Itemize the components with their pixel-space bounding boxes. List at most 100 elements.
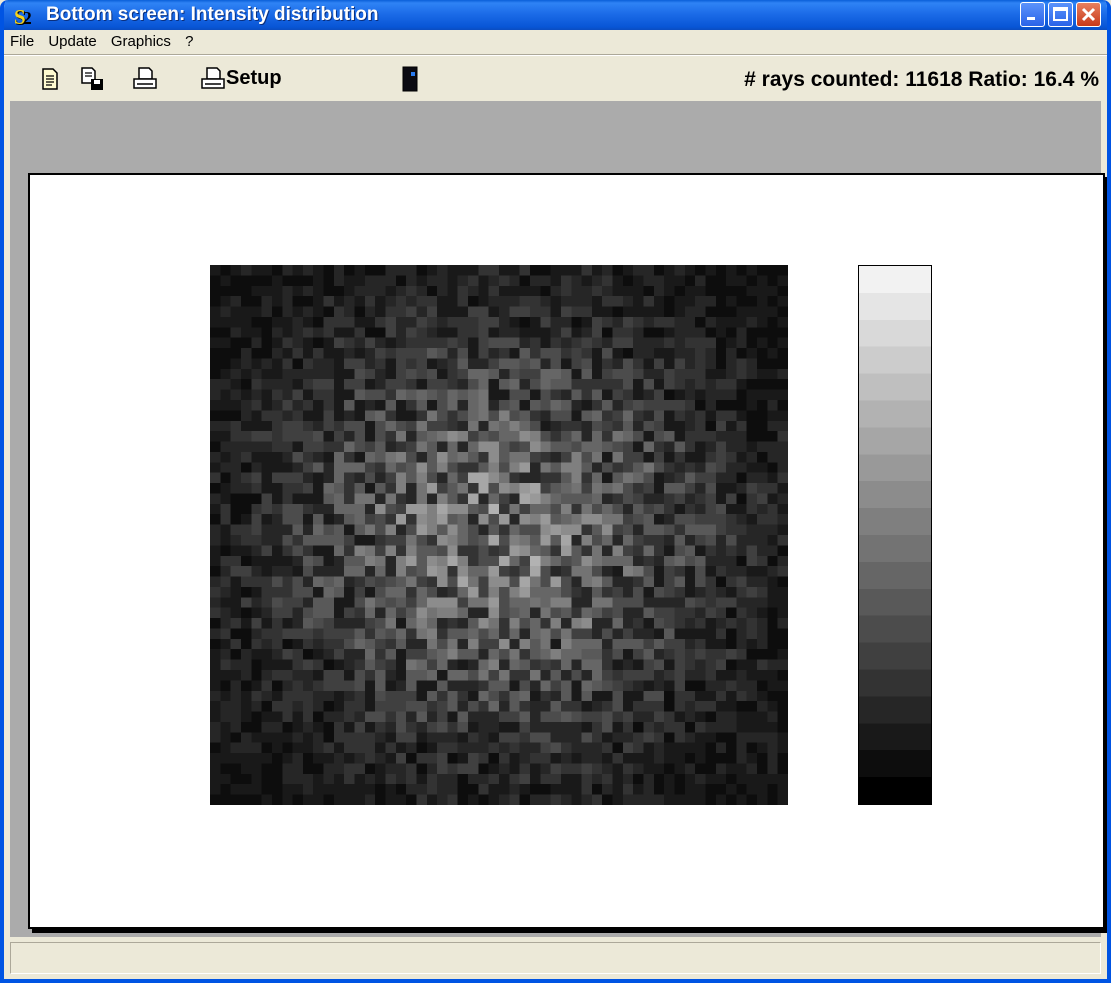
heatmap-cell: [437, 586, 448, 598]
heatmap-cell: [385, 721, 396, 733]
heatmap-cell: [509, 441, 520, 453]
menu-help[interactable]: ?: [181, 30, 197, 54]
heatmap-cell: [757, 265, 768, 276]
heatmap-cell: [643, 472, 655, 484]
menu-graphics[interactable]: Graphics: [107, 30, 175, 54]
heatmap-cell: [282, 659, 293, 671]
heatmap-cell: [767, 275, 778, 286]
heatmap-cell: [437, 524, 448, 536]
close-icon: [1081, 7, 1096, 22]
heatmap-cell: [777, 472, 788, 484]
heatmap-cell: [323, 763, 335, 775]
heatmap-cell: [447, 742, 458, 754]
menu-file[interactable]: File: [6, 30, 38, 54]
heatmap-cell: [550, 607, 562, 619]
heatmap-cell: [509, 566, 520, 577]
heatmap-cell: [653, 389, 665, 401]
heatmap-cell: [550, 389, 562, 401]
heatmap-cell: [230, 628, 242, 640]
close-button[interactable]: [1076, 2, 1101, 27]
heatmap-cell: [715, 503, 727, 515]
heatmap-cell: [240, 711, 252, 723]
print-setup-button[interactable]: Setup: [200, 64, 282, 92]
heatmap-cell: [705, 379, 716, 390]
heatmap-cell: [210, 628, 221, 640]
heatmap-cell: [364, 576, 376, 588]
heatmap-cell: [705, 410, 716, 421]
heatmap-cell: [406, 265, 417, 276]
heatmap-cell: [571, 638, 582, 650]
heatmap-cell: [395, 358, 407, 370]
heatmap-cell: [757, 701, 768, 712]
heatmap-cell: [375, 493, 386, 505]
heatmap-cell: [210, 794, 221, 805]
heatmap-cell: [210, 503, 221, 515]
heatmap-cell: [643, 659, 655, 671]
heatmap-cell: [726, 670, 737, 681]
heatmap-cell: [499, 493, 510, 505]
heatmap-cell: [457, 638, 469, 650]
heatmap-cell: [746, 586, 758, 598]
menu-update[interactable]: Update: [44, 30, 100, 54]
heatmap-cell: [282, 472, 293, 484]
minimize-button[interactable]: [1020, 2, 1045, 27]
heatmap-cell: [726, 555, 737, 567]
heatmap-cell: [777, 400, 788, 411]
heatmap-cell: [560, 618, 572, 629]
heatmap-cell: [581, 753, 593, 764]
save-button[interactable]: [80, 64, 104, 92]
heatmap-cell: [581, 316, 593, 328]
heatmap-cell: [261, 576, 273, 588]
heatmap-cell: [602, 784, 613, 795]
app-icon[interactable]: S2: [14, 6, 40, 28]
heatmap-cell: [664, 535, 675, 546]
heatmap-cell: [364, 670, 376, 681]
heatmap-cell: [447, 649, 458, 660]
heatmap-cell: [705, 711, 716, 723]
heatmap-cell: [447, 400, 458, 411]
heatmap-cell: [602, 721, 613, 733]
heatmap-cell: [220, 628, 231, 640]
heatmap-cell: [695, 275, 706, 286]
heatmap-cell: [684, 597, 696, 608]
heatmap-cell: [736, 379, 747, 390]
heatmap-cell: [251, 576, 262, 588]
heatmap-cell: [746, 701, 758, 712]
heatmap-cell: [736, 524, 747, 536]
heatmap-cell: [633, 680, 644, 691]
heatmap-cell: [664, 784, 675, 795]
heatmap-cell: [447, 638, 458, 650]
heatmap-cell: [602, 348, 613, 359]
title-bar[interactable]: S2 Bottom screen: Intensity distribution: [4, 0, 1107, 30]
heatmap-cell: [499, 265, 510, 276]
exit-button[interactable]: [400, 64, 420, 92]
heatmap-cell: [323, 659, 335, 671]
heatmap-cell: [333, 316, 345, 328]
heatmap-cell: [375, 784, 386, 795]
heatmap-cell: [478, 670, 489, 681]
heatmap-cell: [643, 618, 655, 629]
heatmap-cell: [313, 566, 324, 577]
heatmap-cell: [602, 535, 613, 546]
heatmap-cell: [571, 535, 582, 546]
heatmap-cell: [777, 493, 788, 505]
heatmap-cell: [767, 586, 778, 598]
heatmap-cell: [664, 389, 675, 401]
heatmap-cell: [220, 337, 231, 349]
heatmap-cell: [230, 566, 242, 577]
heatmap-cell: [591, 327, 603, 338]
heatmap-cell: [354, 296, 366, 307]
heatmap-cell: [375, 711, 386, 723]
heatmap-cell: [220, 389, 231, 401]
heatmap-cell: [746, 431, 758, 442]
heatmap-cell: [726, 732, 737, 743]
print-button[interactable]: [132, 64, 158, 92]
heatmap-cell: [457, 680, 469, 691]
heatmap-cell: [302, 337, 314, 349]
new-button[interactable]: [40, 64, 60, 92]
heatmap-cell: [230, 607, 242, 619]
heatmap-cell: [344, 420, 355, 432]
heatmap-cell: [602, 441, 613, 453]
heatmap-cell: [385, 358, 396, 370]
maximize-button[interactable]: [1048, 2, 1073, 27]
